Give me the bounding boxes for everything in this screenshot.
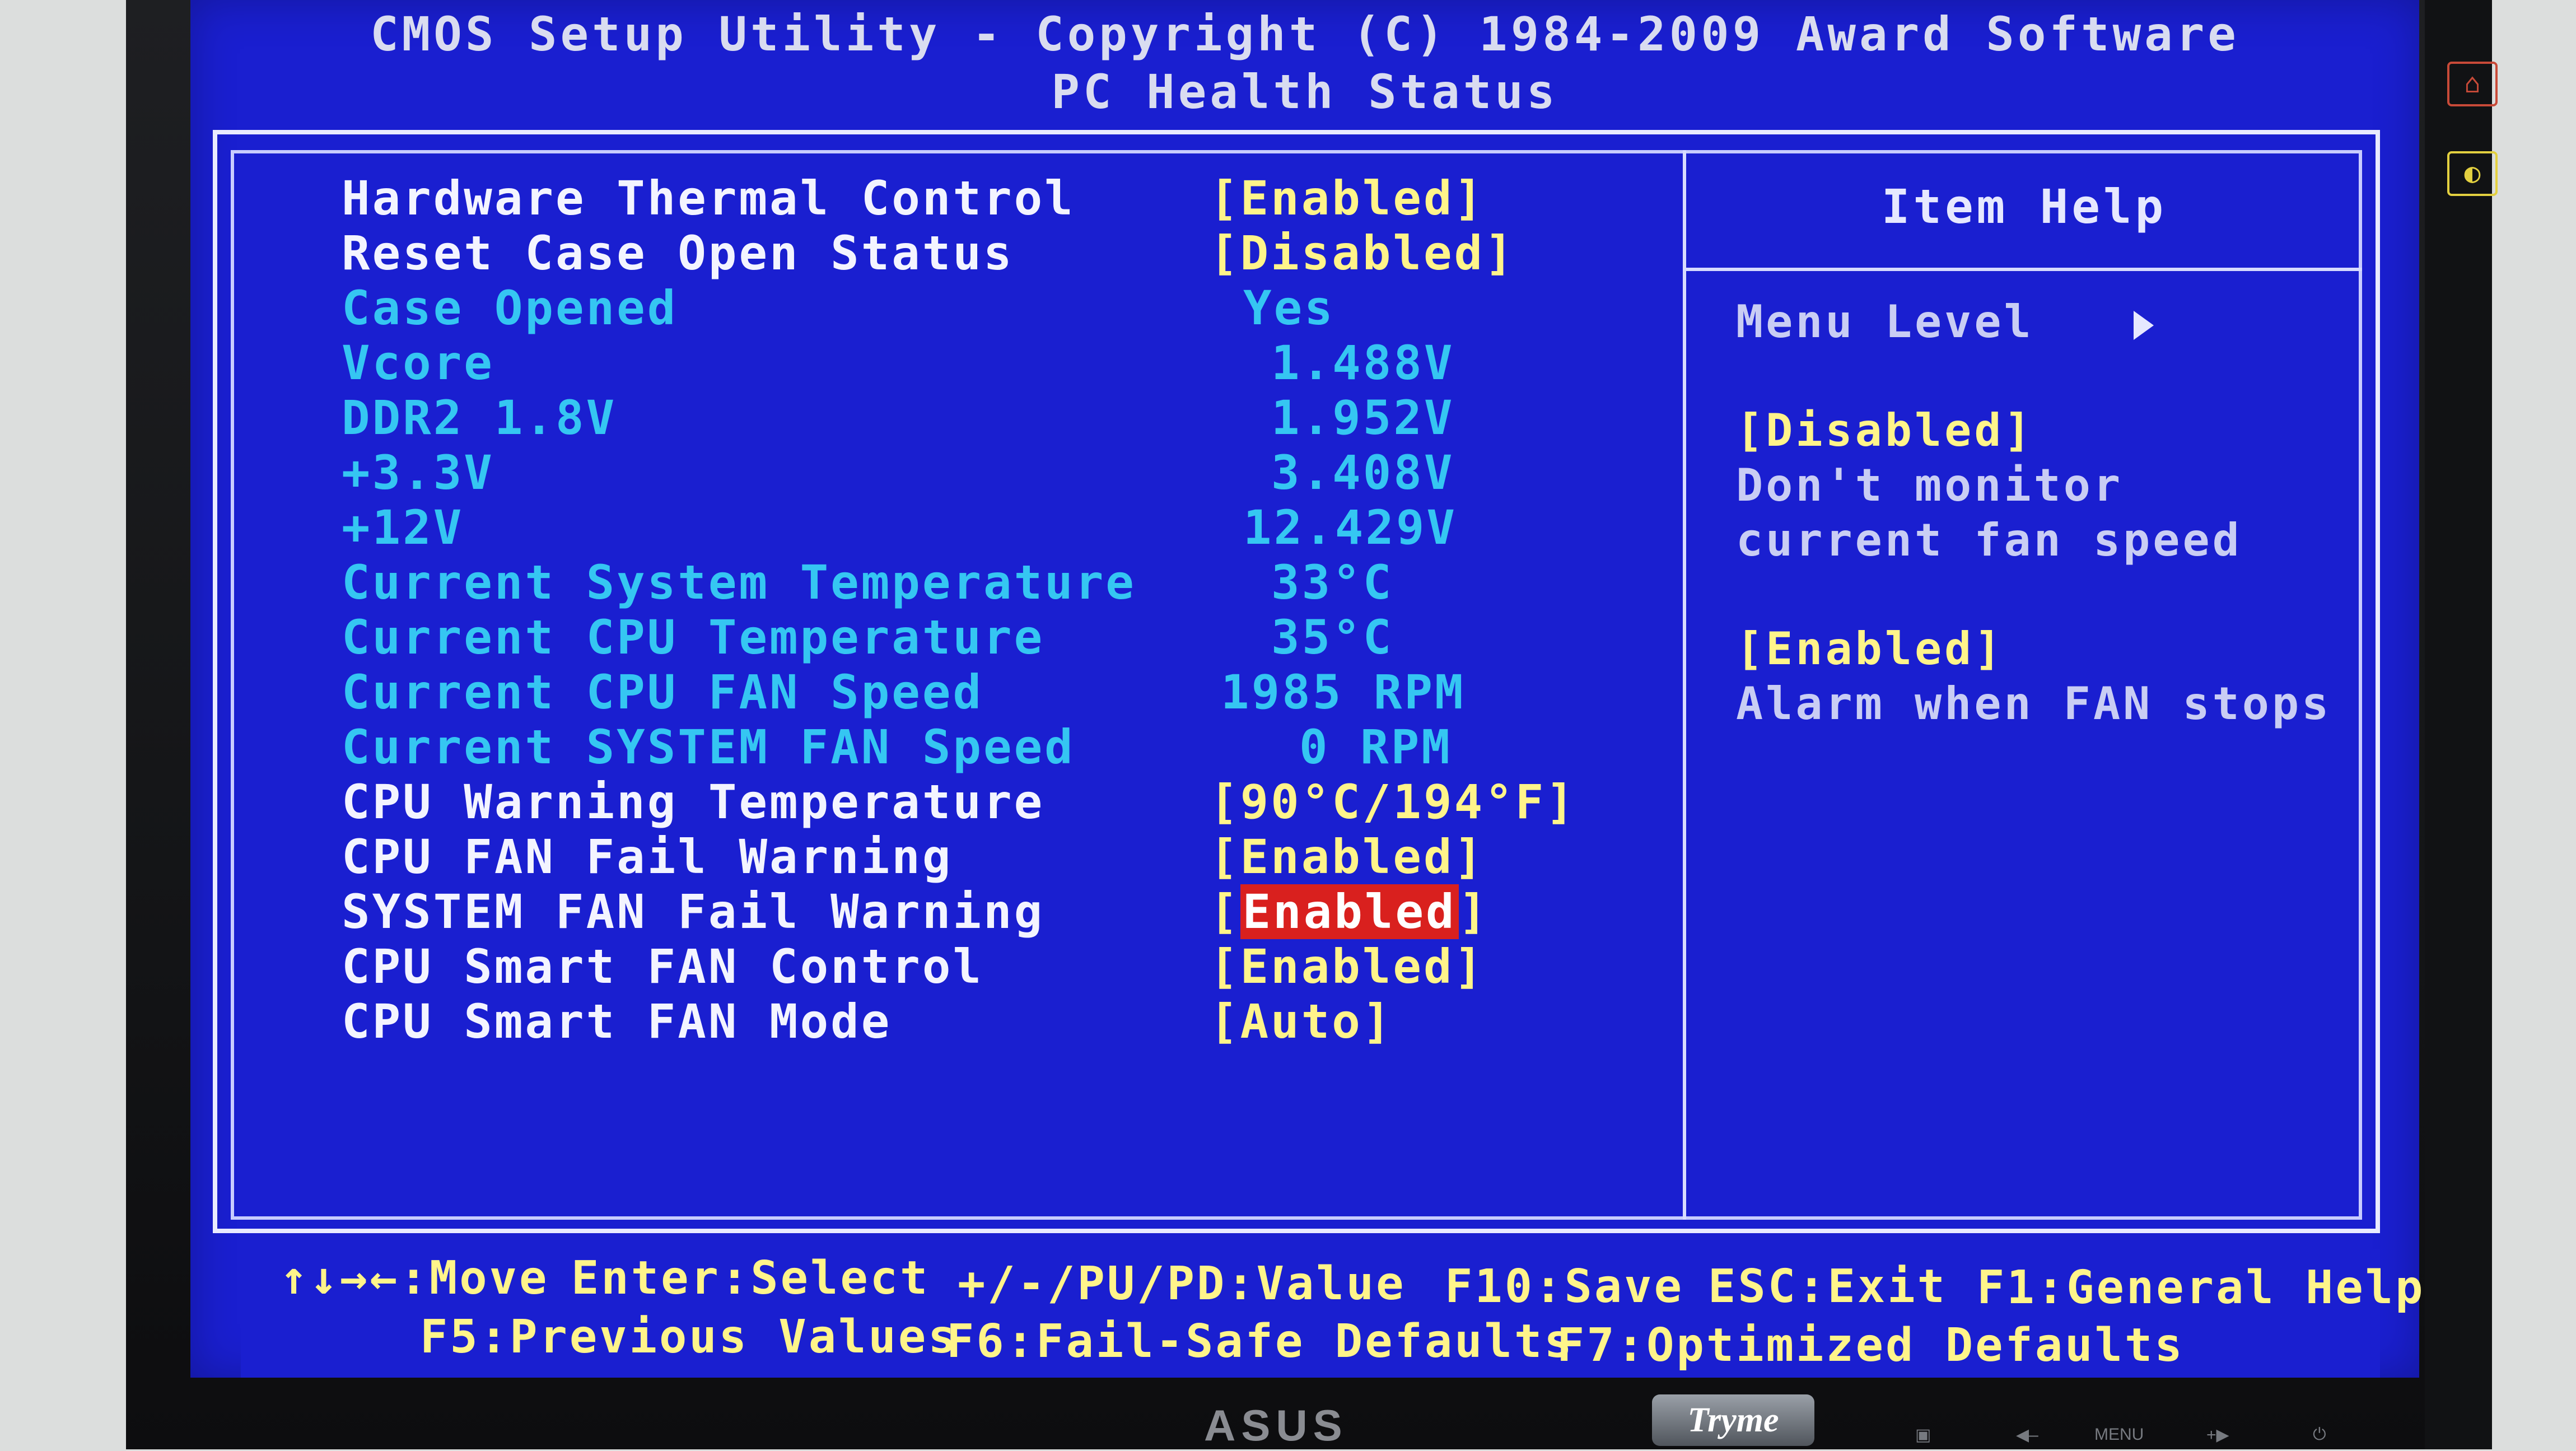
monitor-volume-icon[interactable]: ◀‒ bbox=[2016, 1425, 2038, 1445]
setting-row-case-opened: Case Opened Yes bbox=[342, 281, 1658, 335]
setting-label: CPU Warning Temperature bbox=[342, 775, 1045, 829]
key-legend-bar: ↑↓→←:Move Enter:Select +/-/PU/PD:Value F… bbox=[241, 1249, 2423, 1378]
setting-value: 1.952V bbox=[1271, 390, 1455, 445]
monitor-badge: Tryme bbox=[1652, 1394, 1814, 1446]
setting-row-cpu-warning-temperature[interactable]: CPU Warning Temperature [90°C/194°F] bbox=[342, 775, 1658, 829]
setting-row-cpu-smart-fan-mode[interactable]: CPU Smart FAN Mode [Auto] bbox=[342, 994, 1658, 1049]
monitor-power-icon[interactable]: ⏻ bbox=[2313, 1425, 2326, 1444]
setting-value[interactable]: [90°C/194°F] bbox=[1210, 775, 1576, 829]
setting-row-3v3: +3.3V 3.408V bbox=[342, 445, 1658, 500]
utility-title: CMOS Setup Utility - Copyright (C) 1984-… bbox=[370, 7, 2239, 62]
setting-label: +3.3V bbox=[342, 445, 494, 500]
key-exit: ESC:Exit bbox=[1708, 1260, 1947, 1313]
bios-screen: CMOS Setup Utility - Copyright (C) 1984-… bbox=[190, 0, 2423, 1378]
setting-label: CPU Smart FAN Mode bbox=[342, 994, 892, 1049]
setting-label: Reset Case Open Status bbox=[342, 226, 1014, 281]
setting-label: Hardware Thermal Control bbox=[342, 171, 1075, 226]
item-help-title: Item Help bbox=[1881, 179, 2167, 234]
key-save: F10:Save bbox=[1445, 1260, 1684, 1313]
setting-row-12v: +12V 12.429V bbox=[342, 500, 1658, 555]
panel-divider bbox=[1683, 150, 1686, 1220]
setting-value-selected[interactable]: [Enabled] bbox=[1210, 884, 1489, 939]
monitor-wide-view-icon[interactable]: ⌂ bbox=[2447, 62, 2498, 106]
help-option-enabled: [Enabled] bbox=[1736, 623, 2004, 675]
setting-label: Current System Temperature bbox=[342, 555, 1136, 610]
setting-value[interactable]: [Enabled] bbox=[1210, 829, 1485, 884]
help-text: current fan speed bbox=[1736, 514, 2242, 566]
setting-row-system-fan-speed: Current SYSTEM FAN Speed 0 RPM bbox=[342, 720, 1658, 775]
setting-row-cpu-smart-fan-control[interactable]: CPU Smart FAN Control [Enabled] bbox=[342, 939, 1658, 994]
key-previous-values: F5:Previous Values bbox=[420, 1310, 958, 1364]
setting-value: 1985 RPM bbox=[1221, 665, 1466, 720]
setting-value[interactable]: [Enabled] bbox=[1210, 171, 1485, 226]
setting-label: DDR2 1.8V bbox=[342, 390, 617, 445]
monitor-button-icon[interactable]: ▣ bbox=[1915, 1425, 1931, 1445]
monitor-contrast-icon[interactable]: ◐ bbox=[2447, 151, 2498, 196]
setting-row-cpu-fan-speed: Current CPU FAN Speed 1985 RPM bbox=[342, 665, 1658, 720]
setting-value: 12.429V bbox=[1243, 500, 1458, 555]
setting-row-hardware-thermal-control[interactable]: Hardware Thermal Control [Enabled] bbox=[342, 171, 1658, 226]
asus-logo: ASUS bbox=[1204, 1401, 1348, 1450]
setting-row-cpu-fan-fail-warning[interactable]: CPU FAN Fail Warning [Enabled] bbox=[342, 829, 1658, 884]
setting-value[interactable]: [Disabled] bbox=[1210, 226, 1515, 281]
setting-value: 33°C bbox=[1271, 555, 1394, 610]
setting-value: 3.408V bbox=[1271, 445, 1455, 500]
setting-label: Case Opened bbox=[342, 281, 678, 335]
selection-highlight[interactable]: Enabled bbox=[1240, 884, 1459, 939]
help-text: Alarm when FAN stops bbox=[1736, 678, 2332, 730]
help-title-separator bbox=[1686, 268, 2362, 271]
setting-label: Vcore bbox=[342, 335, 494, 390]
page-title: PC Health Status bbox=[1051, 64, 1558, 119]
key-general-help: F1:General Help bbox=[1977, 1261, 2425, 1314]
setting-row-ddr2-voltage: DDR2 1.8V 1.952V bbox=[342, 390, 1658, 445]
key-optimized-defaults: F7:Optimized Defaults bbox=[1557, 1319, 2185, 1372]
setting-row-cpu-temperature: Current CPU Temperature 35°C bbox=[342, 610, 1658, 665]
monitor-menu-button[interactable]: MENU bbox=[2094, 1425, 2144, 1444]
setting-row-reset-case-open-status[interactable]: Reset Case Open Status [Disabled] bbox=[342, 226, 1658, 281]
setting-row-system-fan-fail-warning[interactable]: SYSTEM FAN Fail Warning [Enabled] bbox=[342, 884, 1658, 939]
setting-value: Yes bbox=[1243, 281, 1335, 335]
monitor-side-panel bbox=[2425, 0, 2492, 1449]
key-fail-safe-defaults: F6:Fail-Safe Defaults bbox=[946, 1315, 1574, 1368]
setting-label: Current CPU Temperature bbox=[342, 610, 1045, 665]
setting-row-system-temperature: Current System Temperature 33°C bbox=[342, 555, 1658, 610]
menu-level-label: Menu Level bbox=[1736, 296, 2034, 348]
key-value: +/-/PU/PD:Value bbox=[958, 1257, 1406, 1310]
setting-label: SYSTEM FAN Fail Warning bbox=[342, 884, 1045, 939]
monitor-plus-icon[interactable]: +▶ bbox=[2206, 1425, 2229, 1445]
setting-value: 35°C bbox=[1271, 610, 1394, 665]
help-option-disabled: [Disabled] bbox=[1736, 404, 2034, 456]
setting-value[interactable]: [Enabled] bbox=[1210, 939, 1485, 994]
key-select: Enter:Select bbox=[571, 1252, 930, 1305]
setting-value: 1.488V bbox=[1271, 335, 1455, 390]
help-text: Don't monitor bbox=[1736, 459, 2124, 511]
setting-label: +12V bbox=[342, 500, 464, 555]
setting-value[interactable]: [Auto] bbox=[1210, 994, 1393, 1049]
setting-label: Current SYSTEM FAN Speed bbox=[342, 720, 1075, 775]
setting-label: CPU Smart FAN Control bbox=[342, 939, 984, 994]
setting-value: 0 RPM bbox=[1299, 720, 1452, 775]
setting-label: CPU FAN Fail Warning bbox=[342, 829, 953, 884]
key-move: ↑↓→←:Move bbox=[280, 1252, 549, 1305]
menu-level-arrow-icon bbox=[2134, 311, 2154, 340]
setting-row-vcore: Vcore 1.488V bbox=[342, 335, 1658, 390]
setting-label: Current CPU FAN Speed bbox=[342, 665, 984, 720]
